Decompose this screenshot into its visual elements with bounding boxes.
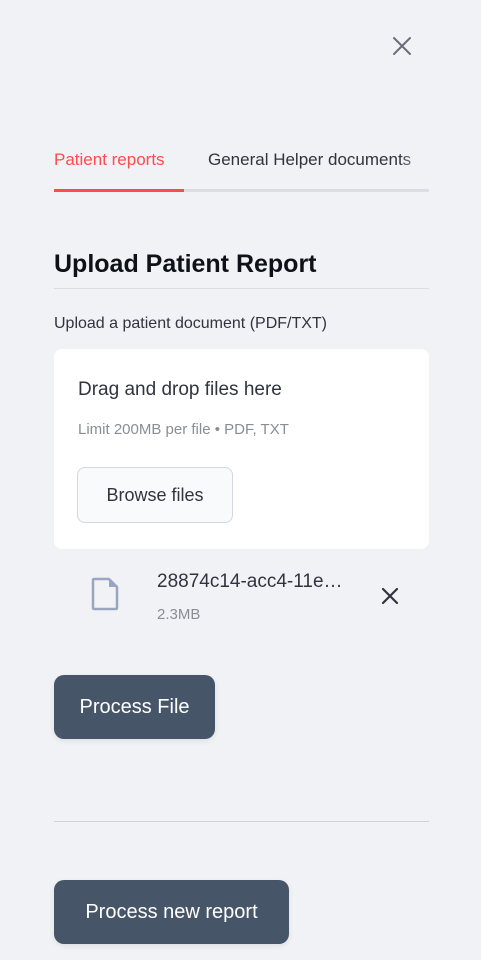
file-icon (89, 576, 121, 612)
remove-file-icon[interactable] (379, 585, 401, 607)
section-title: Upload Patient Report (54, 250, 317, 278)
close-sidebar-icon[interactable] (390, 34, 414, 58)
tab-active-indicator (54, 189, 184, 192)
tab-general-helper-documents[interactable]: General Helper documents (208, 150, 411, 170)
tab-bar: Patient reports General Helper documents (54, 140, 429, 192)
tab-overflow-fade (400, 140, 430, 180)
process-new-report-button[interactable]: Process new report (54, 880, 289, 944)
tab-patient-reports[interactable]: Patient reports (54, 150, 165, 170)
uploaded-file-size: 2.3MB (157, 606, 201, 623)
file-dropzone[interactable]: Drag and drop files here Limit 200MB per… (54, 349, 429, 549)
drag-drop-text: Drag and drop files here (78, 379, 282, 400)
divider (54, 288, 429, 289)
process-file-button[interactable]: Process File (54, 675, 215, 739)
uploaded-file-name: 28874c14-acc4-11e… (157, 571, 343, 592)
uploader-label: Upload a patient document (PDF/TXT) (54, 315, 328, 332)
browse-files-button[interactable]: Browse files (77, 467, 233, 523)
file-limit-text: Limit 200MB per file • PDF, TXT (78, 421, 289, 438)
divider (54, 821, 429, 822)
